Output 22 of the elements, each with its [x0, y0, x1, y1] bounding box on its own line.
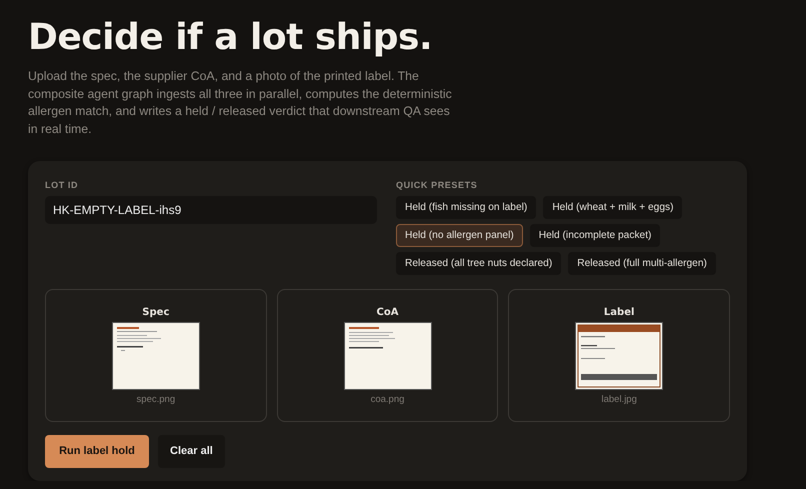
file-name: spec.png [136, 394, 176, 405]
preset-button[interactable]: Released (all tree nuts declared) [396, 252, 562, 275]
upload-tile[interactable]: CoA coa.png [276, 288, 498, 422]
preset-button[interactable]: Held (no allergen panel) [396, 224, 523, 247]
clear-button[interactable]: Clear all [158, 434, 225, 468]
page-title: Decide if a lot ships. [28, 16, 434, 60]
preset-button[interactable]: Held (fish missing on label) [396, 196, 536, 219]
lot-id-field[interactable]: HK-EMPTY-LABEL-ihs9 [45, 196, 377, 224]
upload-tile[interactable]: Spec spec.png [45, 288, 267, 422]
file-name: coa.png [370, 394, 404, 405]
tile-title: Spec [142, 306, 170, 318]
preset-button[interactable]: Held (incomplete packet) [530, 224, 660, 247]
field-label: LOT ID [45, 180, 80, 190]
tile-title: Label [604, 306, 634, 318]
run-button[interactable]: Run label hold [45, 434, 149, 468]
preset-button[interactable]: Held (wheat + milk + eggs) [543, 196, 682, 219]
preset-button[interactable]: Released (full multi-allergen) [568, 252, 716, 275]
intro-paragraph: Upload the spec, the supplier CoA, and a photo of the printed label. The composite agent graph ingests all three in parallel, computes the deterministic allergen match, and writes a held / released verdict that downstream QA sees in real time. [28, 68, 453, 138]
file-name: label.jpg [601, 394, 637, 405]
upload-tile[interactable]: Label label.jpg [508, 288, 730, 422]
field-label: QUICK PRESETS [396, 180, 478, 190]
tile-title: CoA [376, 306, 398, 318]
